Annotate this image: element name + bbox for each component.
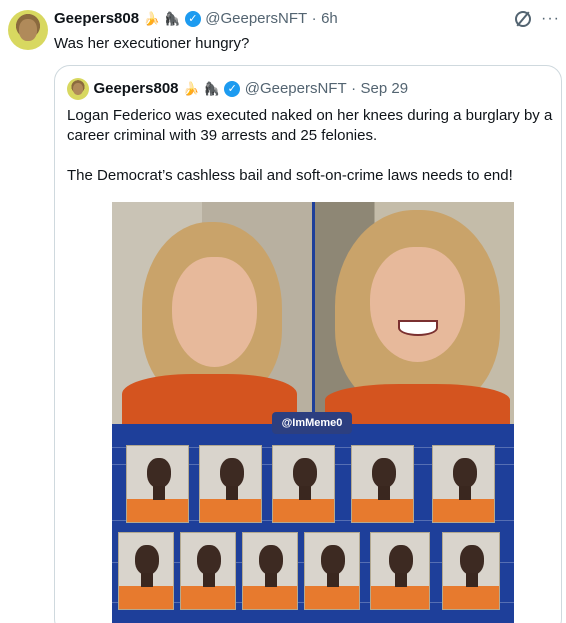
quoted-tweet-card[interactable]: Geepers808 🍌 🦍 ✓ @GeepersNFT · Sep 29 Lo… [54, 65, 562, 623]
mugshot [272, 445, 335, 523]
gorilla-emoji: 🦍 [164, 10, 181, 26]
mugshot [370, 532, 430, 610]
author-handle[interactable]: @GeepersNFT [205, 10, 307, 27]
mugshot [242, 532, 298, 610]
mugshot [118, 532, 174, 610]
quoted-tweet-time: Sep 29 [360, 80, 409, 98]
quoted-tweet-text: Logan Federico was executed naked on her… [67, 106, 555, 206]
selfie-photo-left [112, 202, 312, 424]
mugshot [432, 445, 495, 523]
separator-dot: · [351, 80, 357, 98]
quoted-paragraph-1: Logan Federico was executed naked on her… [67, 107, 553, 144]
selfie-photo-right [315, 202, 514, 424]
mugshot [126, 445, 189, 523]
mugshot [304, 532, 360, 610]
quoted-author-handle: @GeepersNFT [244, 80, 347, 98]
more-icon[interactable]: ··· [541, 10, 560, 28]
tweet-media-image[interactable]: @ImMeme0 [112, 202, 514, 623]
tweet-actions-top: ··· [515, 10, 560, 28]
separator-dot: · [311, 10, 317, 27]
gorilla-emoji: 🦍 [203, 81, 220, 96]
avatar[interactable] [8, 10, 48, 50]
author-name[interactable]: Geepers808 [54, 10, 139, 27]
quoted-tweet-header: Geepers808 🍌 🦍 ✓ @GeepersNFT · Sep 29 [67, 78, 408, 100]
tweet-text: Was her executioner hungry? [54, 35, 250, 52]
mugshot [442, 532, 500, 610]
grok-slash-icon[interactable] [515, 11, 532, 27]
tweet-time[interactable]: 6h [321, 10, 338, 27]
quoted-paragraph-2: The Democrat’s cashless bail and soft-on… [67, 167, 513, 184]
mugshot [351, 445, 414, 523]
mugshot [199, 445, 262, 523]
quoted-avatar [67, 78, 89, 100]
verified-badge-icon: ✓ [224, 81, 241, 97]
verified-badge-icon[interactable]: ✓ [184, 10, 201, 27]
banana-emoji: 🍌 [143, 10, 160, 26]
banana-emoji: 🍌 [182, 81, 200, 96]
media-watermark: @ImMeme0 [272, 412, 352, 434]
quoted-author-name: Geepers808 [93, 80, 179, 98]
tweet-header: Geepers808 🍌 🦍 ✓ @GeepersNFT · 6h [54, 10, 338, 28]
mugshot [180, 532, 236, 610]
